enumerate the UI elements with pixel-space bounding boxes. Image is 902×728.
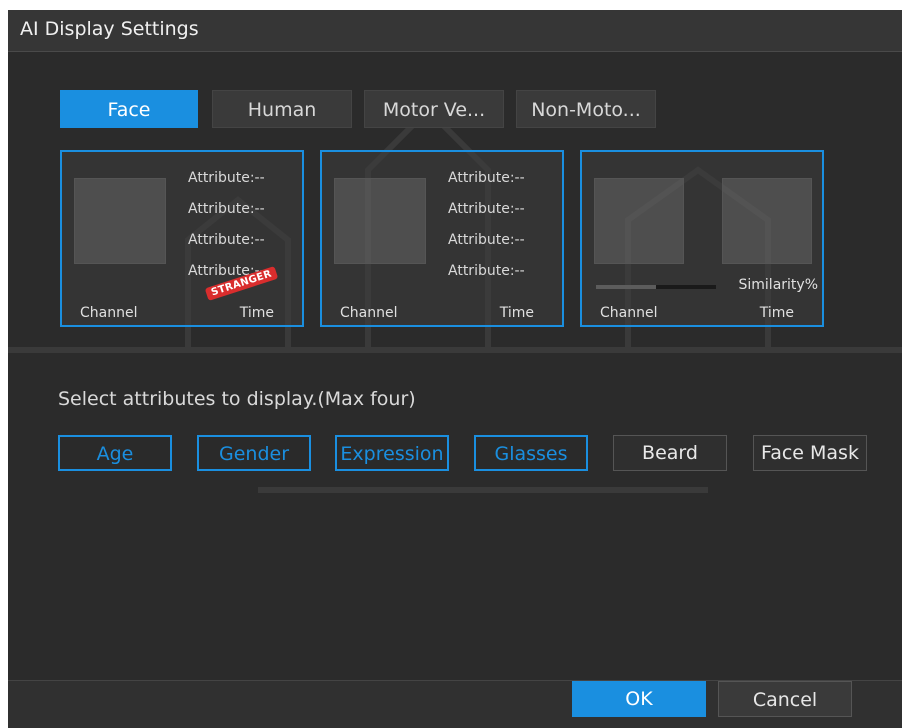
cancel-button[interactable]: Cancel bbox=[718, 681, 852, 717]
option-glasses[interactable]: Glasses bbox=[474, 435, 588, 471]
channel-label: Channel bbox=[600, 305, 658, 321]
option-face-mask[interactable]: Face Mask bbox=[753, 435, 867, 471]
dialog-title: AI Display Settings bbox=[20, 18, 199, 40]
ok-button[interactable]: OK bbox=[572, 681, 706, 717]
attribute-line: Attribute:-- bbox=[188, 232, 265, 248]
attribute-line: Attribute:-- bbox=[448, 263, 525, 279]
time-label: Time bbox=[239, 305, 274, 321]
ai-display-settings-dialog: AI Display Settings Face Human Motor Ve.… bbox=[8, 10, 902, 728]
preview-card-attributes: Attribute:-- Attribute:-- Attribute:-- A… bbox=[320, 150, 564, 327]
tab-non-motor-vehicle[interactable]: Non-Moto... bbox=[516, 90, 656, 128]
option-age[interactable]: Age bbox=[58, 435, 172, 471]
attribute-line: Attribute:-- bbox=[448, 232, 525, 248]
preview-card-similarity: Similarity% Channel Time bbox=[580, 150, 824, 327]
tab-human[interactable]: Human bbox=[212, 90, 352, 128]
attribute-line: Attribute:-- bbox=[188, 170, 265, 186]
similarity-label: Similarity% bbox=[738, 277, 819, 293]
channel-label: Channel bbox=[80, 305, 138, 321]
title-bar: AI Display Settings bbox=[8, 10, 902, 52]
preview-card-stranger: Attribute:-- Attribute:-- Attribute:-- A… bbox=[60, 150, 304, 327]
time-label: Time bbox=[759, 305, 794, 321]
face-thumbnail bbox=[334, 178, 426, 264]
option-beard[interactable]: Beard bbox=[613, 435, 727, 471]
tab-motor-vehicle[interactable]: Motor Ve... bbox=[364, 90, 504, 128]
face-thumbnail bbox=[594, 178, 684, 264]
tab-face[interactable]: Face bbox=[60, 90, 198, 128]
attribute-line: Attribute:-- bbox=[448, 170, 525, 186]
option-expression[interactable]: Expression bbox=[335, 435, 449, 471]
time-label: Time bbox=[499, 305, 534, 321]
attribute-selection-hint: Select attributes to display.(Max four) bbox=[58, 388, 416, 410]
attribute-line: Attribute:-- bbox=[188, 201, 265, 217]
face-thumbnail-compare bbox=[722, 178, 812, 264]
attribute-line: Attribute:-- bbox=[448, 201, 525, 217]
option-gender[interactable]: Gender bbox=[197, 435, 311, 471]
face-thumbnail bbox=[74, 178, 166, 264]
channel-label: Channel bbox=[340, 305, 398, 321]
similarity-bar-fill bbox=[596, 285, 656, 289]
